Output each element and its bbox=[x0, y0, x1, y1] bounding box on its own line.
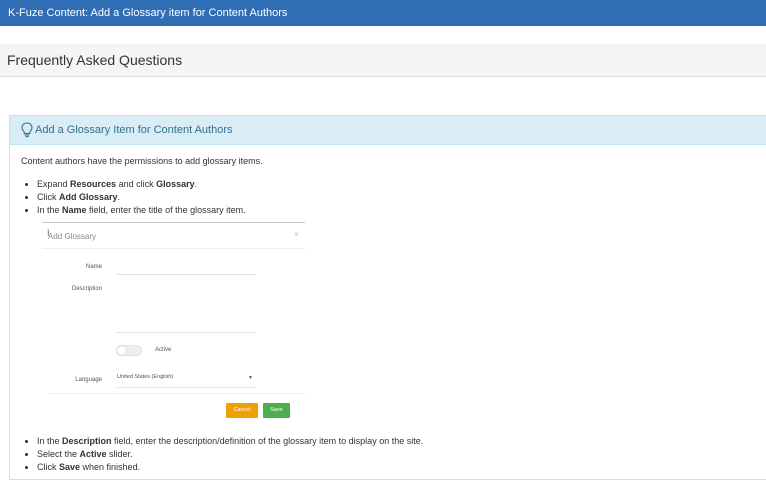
app-title-bar: K-Fuze Content: Add a Glossary item for … bbox=[0, 0, 766, 26]
step-item: Click Add Glossary. bbox=[21, 191, 246, 204]
intro-text: Content authors have the permissions to … bbox=[21, 156, 263, 166]
panel-heading[interactable]: Add a Glossary Item for Content Authors bbox=[10, 116, 766, 145]
divider bbox=[48, 393, 305, 394]
steps-list-after: In the Description field, enter the desc… bbox=[21, 435, 423, 474]
step-item: In the Description field, enter the desc… bbox=[21, 435, 423, 448]
step-item: Click Save when finished. bbox=[21, 461, 423, 474]
panel-title: Add a Glossary Item for Content Authors bbox=[35, 124, 233, 136]
dialog-top-border bbox=[42, 222, 305, 223]
app-title: K-Fuze Content: Add a Glossary item for … bbox=[8, 7, 288, 19]
faq-header: Frequently Asked Questions bbox=[0, 44, 766, 77]
dialog-title: Add Glossary bbox=[48, 232, 97, 241]
step-item: Expand Resources and click Glossary. bbox=[21, 178, 246, 191]
language-label: Language bbox=[75, 377, 102, 383]
chevron-down-icon: ▼ bbox=[248, 375, 253, 381]
toggle-knob bbox=[117, 346, 126, 355]
steps-list-before: Expand Resources and click Glossary. Cli… bbox=[21, 178, 246, 217]
add-glossary-dialog-screenshot: I Add Glossary × Name Description Active… bbox=[42, 222, 306, 422]
language-value: United States (English) bbox=[117, 374, 174, 380]
active-label: Active bbox=[155, 347, 172, 353]
description-label: Description bbox=[71, 286, 102, 292]
language-underline bbox=[117, 387, 255, 388]
name-field bbox=[116, 274, 256, 275]
language-select: United States (English) ▼ bbox=[117, 374, 255, 386]
step-item: In the Name field, enter the title of th… bbox=[21, 204, 246, 217]
close-icon: × bbox=[294, 230, 299, 239]
step-item: Select the Active slider. bbox=[21, 448, 423, 461]
save-button: Save bbox=[263, 403, 290, 418]
active-toggle bbox=[116, 345, 142, 356]
lightbulb-icon bbox=[21, 122, 33, 138]
faq-title: Frequently Asked Questions bbox=[7, 52, 183, 68]
name-label: Name bbox=[85, 264, 102, 270]
cancel-button: Cancel bbox=[226, 403, 258, 418]
description-field bbox=[116, 332, 256, 333]
divider bbox=[42, 248, 305, 249]
